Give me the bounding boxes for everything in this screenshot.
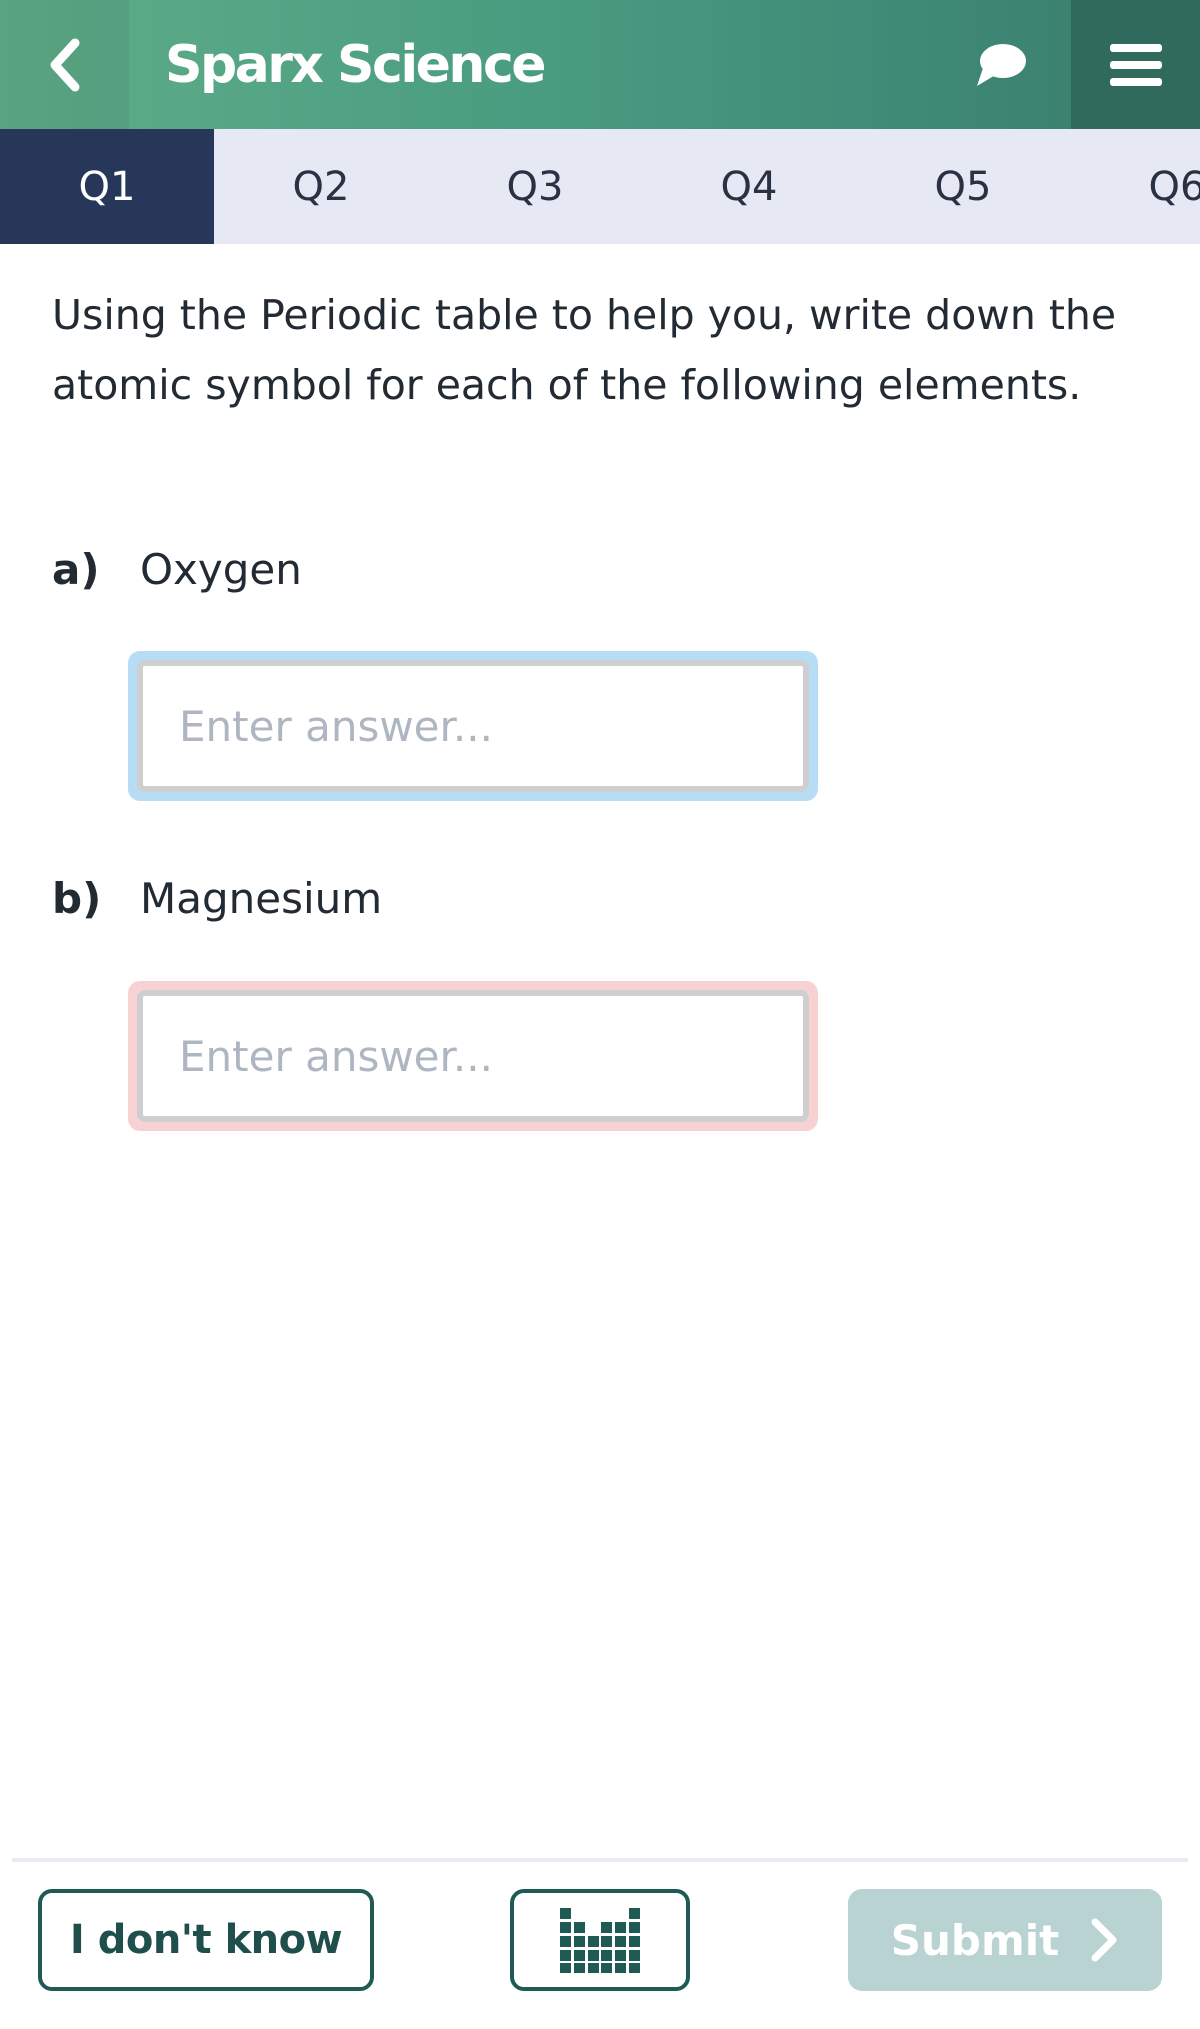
chevron-left-icon — [50, 38, 79, 91]
periodic-table-button[interactable] — [510, 1889, 690, 1991]
menu-button[interactable] — [1071, 0, 1200, 129]
question-text: Using the Periodic table to help you, wr… — [52, 291, 1117, 409]
speech-bubble-icon — [977, 43, 1026, 86]
question-content: Using the Periodic table to help you, wr… — [52, 280, 1162, 420]
app-header: Sparx Science — [0, 0, 1200, 129]
part-a: a) Oxygen — [52, 545, 302, 594]
footer-divider — [12, 1858, 1188, 1862]
answer-b-wrapper — [128, 981, 818, 1131]
submit-label: Submit — [890, 1915, 1060, 1965]
chevron-right-icon — [1091, 1918, 1117, 1962]
tab-q3[interactable]: Q3 — [428, 129, 642, 244]
part-a-element: Oxygen — [140, 545, 302, 594]
tab-q4[interactable]: Q4 — [642, 129, 856, 244]
tab-q6[interactable]: Q6 — [1070, 129, 1200, 244]
back-button[interactable] — [0, 0, 129, 129]
answer-a-input[interactable] — [137, 660, 809, 792]
part-b-label: b) — [52, 874, 102, 923]
part-b-element: Magnesium — [140, 874, 383, 923]
chat-button[interactable] — [931, 0, 1071, 129]
submit-button[interactable]: Submit — [848, 1889, 1162, 1991]
answer-b-input[interactable] — [137, 990, 809, 1122]
tab-q1[interactable]: Q1 — [0, 129, 214, 244]
part-a-label: a) — [52, 545, 100, 594]
answer-a-wrapper — [128, 651, 818, 801]
hamburger-menu-icon — [1109, 43, 1162, 86]
periodic-table-icon — [560, 1908, 640, 1973]
dont-know-button[interactable]: I don't know — [38, 1889, 374, 1991]
part-b: b) Magnesium — [52, 874, 382, 923]
tab-q2[interactable]: Q2 — [214, 129, 428, 244]
tab-q5[interactable]: Q5 — [856, 129, 1070, 244]
question-tabs: Q1 Q2 Q3 Q4 Q5 Q6 — [0, 129, 1200, 244]
app-root: Sparx Science Q1 Q2 Q3 Q4 Q5 Q6 Using th… — [0, 0, 1200, 2029]
app-title: Sparx Science — [165, 34, 547, 95]
